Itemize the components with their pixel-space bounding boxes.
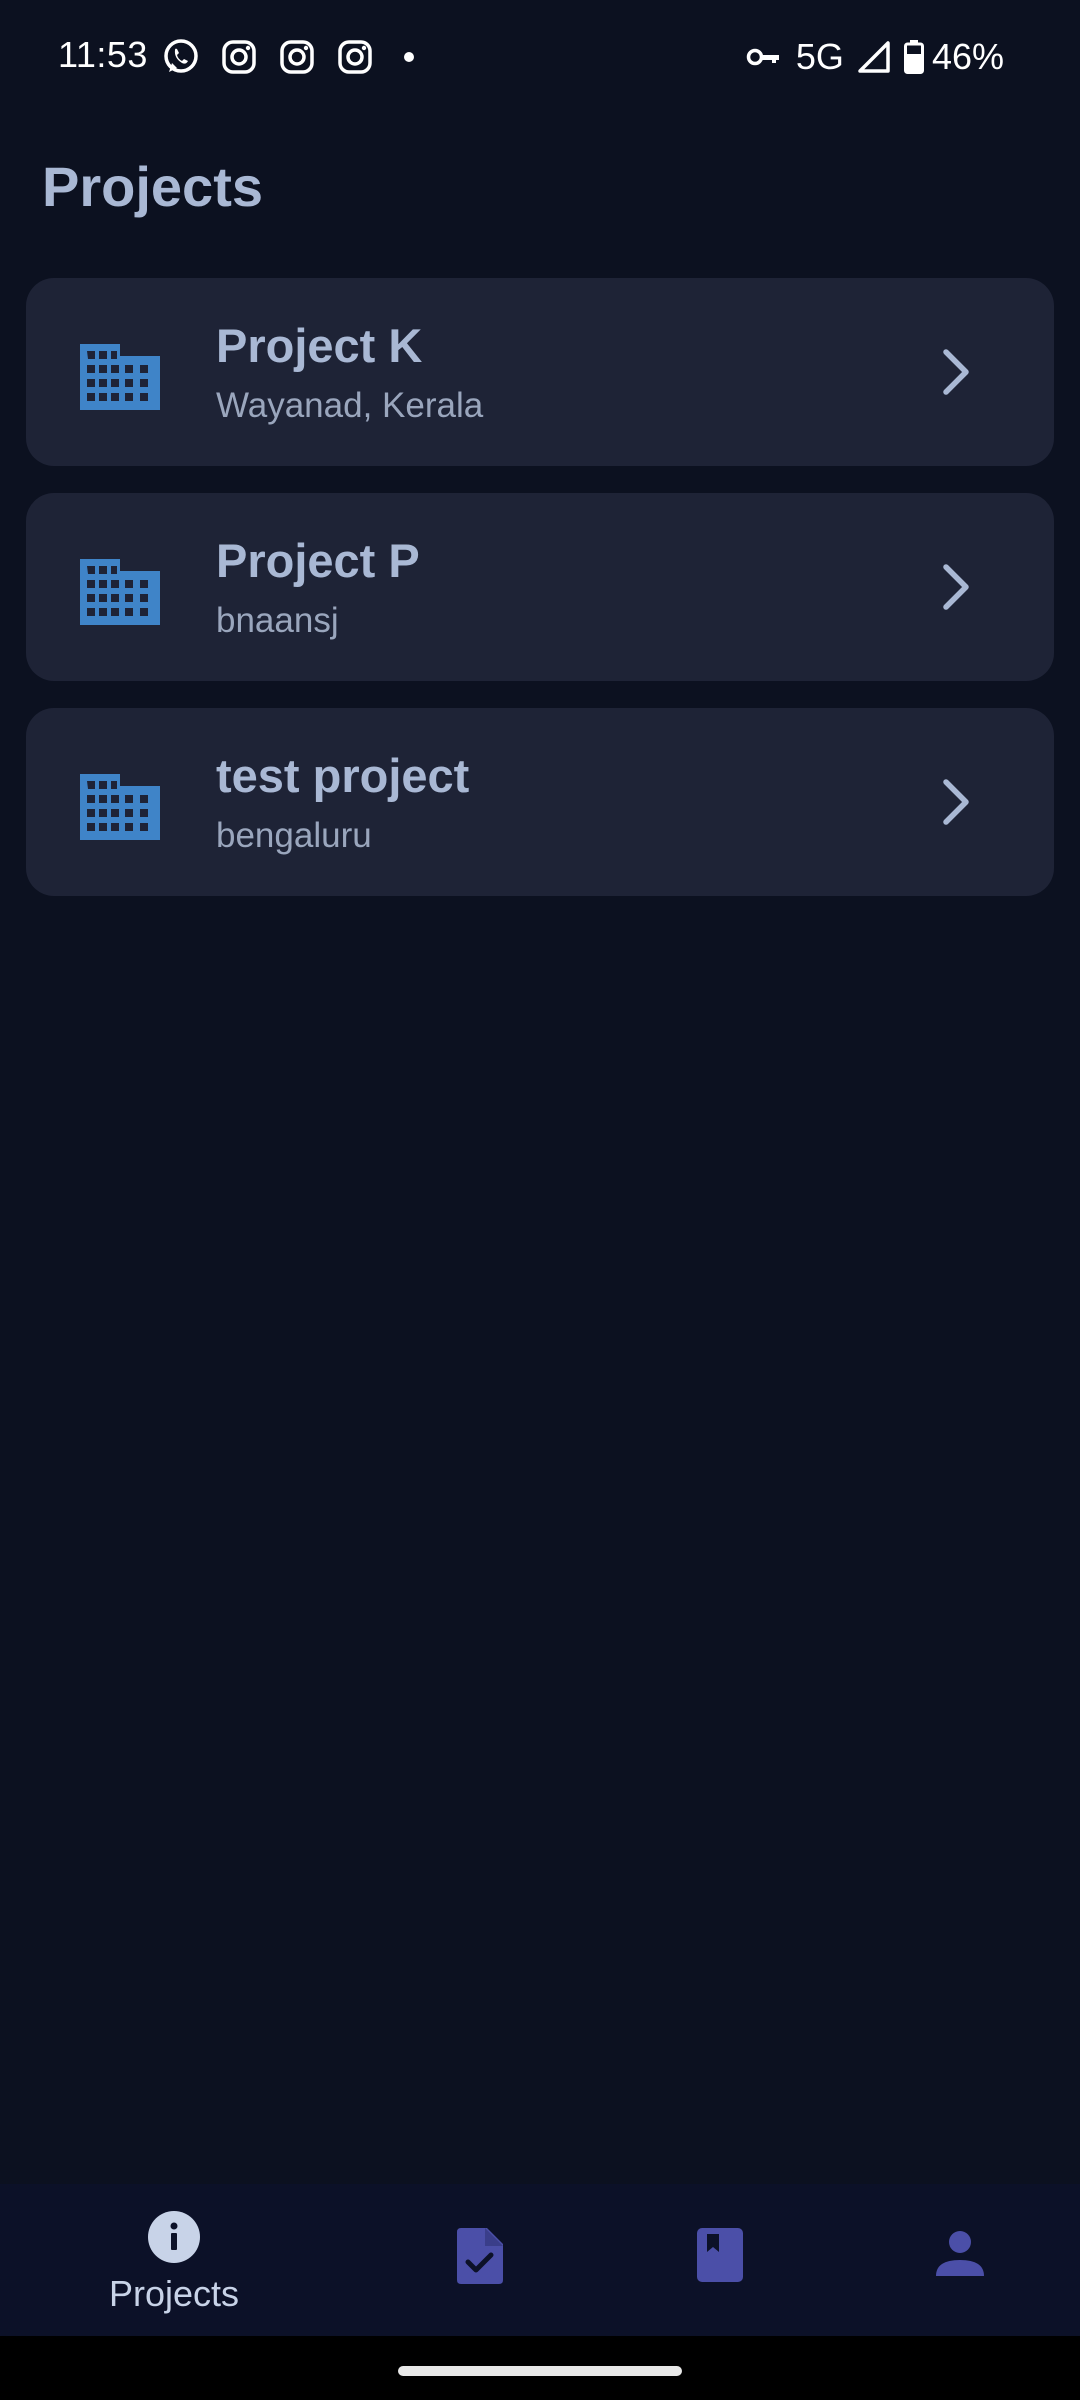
chevron-right-icon xyxy=(926,344,982,400)
battery-icon xyxy=(903,40,924,74)
nav-label-projects: Projects xyxy=(108,2273,240,2314)
nav-item-profile[interactable] xyxy=(910,2184,1010,2336)
battery-level: 46% xyxy=(931,36,1004,77)
project-title: Project K xyxy=(216,319,423,372)
project-card[interactable]: test project bengaluru xyxy=(26,708,1054,896)
project-title: Project P xyxy=(216,534,420,587)
instagram-icon xyxy=(278,38,316,76)
bottom-navigation: Projects xyxy=(0,2184,1080,2336)
nav-item-library[interactable] xyxy=(670,2184,770,2336)
chevron-right-icon xyxy=(926,559,982,615)
project-title: test project xyxy=(216,749,470,802)
more-notifications-dot xyxy=(404,52,414,62)
info-icon xyxy=(147,2210,201,2269)
project-list: Project K Wayanad, Kerala Project P bnaa… xyxy=(26,278,1054,923)
person-icon xyxy=(936,2230,984,2283)
home-gesture-handle[interactable] xyxy=(398,2366,682,2376)
projects-screen: 11:53 5G 46% Projects Project K Wayanad,… xyxy=(0,0,1080,2400)
signal-icon xyxy=(858,41,890,73)
document-check-icon xyxy=(457,2228,503,2289)
bookmark-book-icon xyxy=(697,2228,743,2287)
whatsapp-icon xyxy=(162,38,200,76)
status-time: 11:53 xyxy=(58,34,148,75)
project-card[interactable]: Project P bnaansj xyxy=(26,493,1054,681)
network-type: 5G xyxy=(795,36,844,77)
building-icon xyxy=(80,330,160,410)
chevron-right-icon xyxy=(926,774,982,830)
vpn-key-icon xyxy=(746,46,782,68)
nav-item-projects[interactable]: Projects xyxy=(94,2184,254,2336)
notification-icons xyxy=(162,38,414,76)
project-card-text: Project K Wayanad, Kerala xyxy=(216,316,483,428)
project-location: Wayanad, Kerala xyxy=(216,386,484,425)
page-title: Projects xyxy=(42,155,263,218)
project-card-text: Project P bnaansj xyxy=(216,531,420,643)
project-card[interactable]: Project K Wayanad, Kerala xyxy=(26,278,1054,466)
building-icon xyxy=(80,760,160,840)
project-location: bnaansj xyxy=(216,601,339,640)
instagram-icon xyxy=(220,38,258,76)
status-right: 5G 46% xyxy=(732,36,1004,78)
status-bar: 11:53 5G 46% xyxy=(0,0,1080,120)
project-location: bengaluru xyxy=(216,816,372,855)
nav-item-documents[interactable] xyxy=(430,2184,530,2336)
building-icon xyxy=(80,545,160,625)
instagram-icon xyxy=(336,38,374,76)
project-card-text: test project bengaluru xyxy=(216,746,469,858)
